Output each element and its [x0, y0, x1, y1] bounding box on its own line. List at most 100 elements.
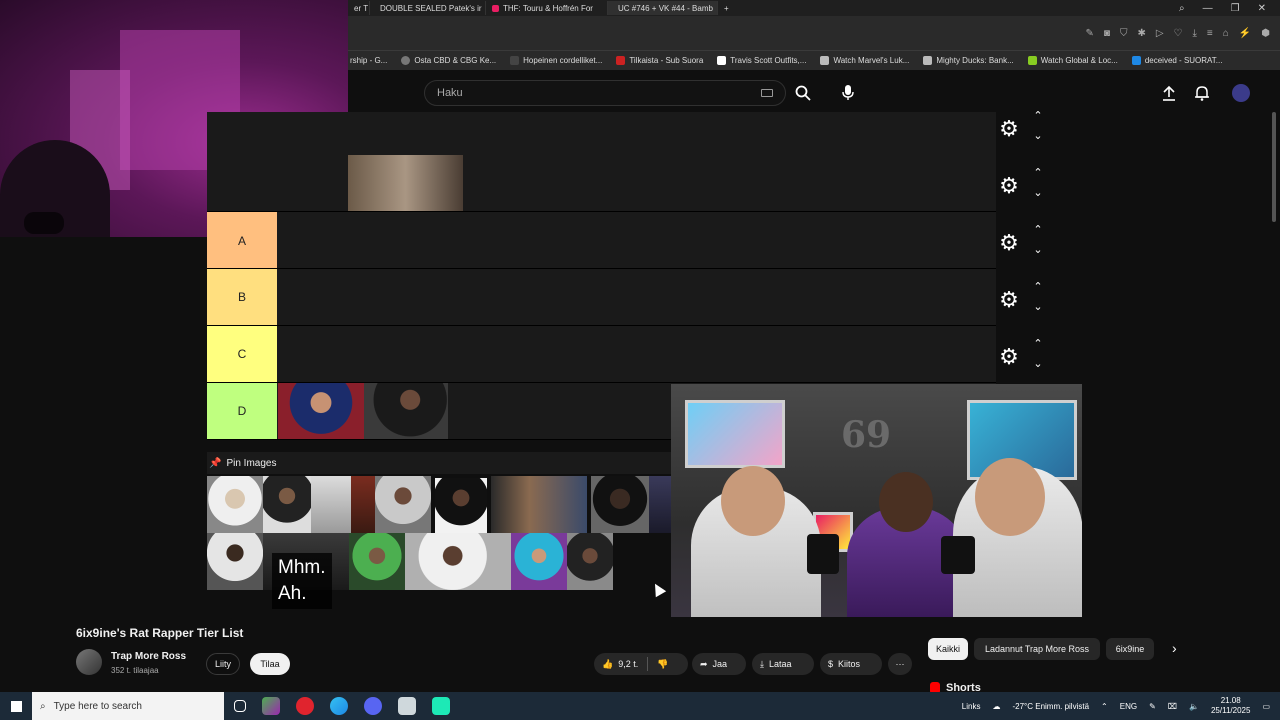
- account-avatar[interactable]: [1232, 84, 1250, 102]
- upload-button[interactable]: [1158, 82, 1180, 104]
- app-icon[interactable]: [398, 697, 416, 715]
- tier-label-b[interactable]: B: [207, 269, 277, 325]
- pool-image[interactable]: [511, 533, 567, 590]
- gear-icon[interactable]: ⚙: [996, 173, 1022, 199]
- keyboard-icon[interactable]: [761, 89, 773, 97]
- close-icon[interactable]: ✕: [1258, 3, 1266, 14]
- clock[interactable]: 21.08 25/11/2025: [1211, 696, 1250, 716]
- gear-icon[interactable]: ⚙: [996, 287, 1022, 313]
- chevron-up-icon[interactable]: ⌃: [1030, 110, 1046, 122]
- start-button[interactable]: [0, 692, 32, 720]
- camera-icon[interactable]: ◙: [1104, 28, 1110, 39]
- thanks-button[interactable]: $ Kiitos: [820, 653, 882, 675]
- search-input[interactable]: Haku: [424, 80, 786, 106]
- pool-image[interactable]: [567, 533, 613, 590]
- share-button[interactable]: ➦ Jaa: [692, 653, 746, 675]
- heart-icon[interactable]: ♡: [1174, 28, 1183, 39]
- links-toolbar[interactable]: Links: [962, 702, 981, 711]
- edit-icon[interactable]: ✎: [1086, 28, 1094, 39]
- pool-image[interactable]: [207, 533, 263, 590]
- channel-avatar[interactable]: [76, 649, 102, 675]
- gear-icon[interactable]: ⚙: [996, 230, 1022, 256]
- bookmark-item[interactable]: deceived - SUORAT...: [1131, 56, 1222, 65]
- shield-icon[interactable]: ⛉: [1120, 28, 1128, 39]
- bookmark-item[interactable]: Tilkaista - Sub Suora: [616, 56, 703, 65]
- pin-images-header[interactable]: 📌 Pin Images: [207, 452, 671, 474]
- pool-image[interactable]: [591, 476, 649, 533]
- chevron-up-icon[interactable]: ⌃: [1030, 167, 1046, 179]
- volume-icon[interactable]: 🔈: [1189, 702, 1199, 711]
- language-indicator[interactable]: ENG: [1120, 702, 1137, 711]
- thumbs-down-icon[interactable]: 👎: [657, 659, 668, 670]
- tier-label-d[interactable]: D: [207, 383, 277, 439]
- weather-text[interactable]: -27°C Enimm. pilvistä: [1012, 702, 1089, 711]
- search-button[interactable]: [790, 80, 816, 106]
- download-button[interactable]: ⤓ Lataa: [752, 653, 814, 675]
- bookmark-item[interactable]: Mighty Ducks: Bank...: [923, 56, 1014, 65]
- chevron-up-icon[interactable]: ⌃: [1030, 281, 1046, 293]
- like-count[interactable]: 9,2 t.: [618, 659, 638, 669]
- restore-icon[interactable]: ❐: [1231, 3, 1240, 14]
- pool-image[interactable]: [311, 476, 351, 533]
- pool-image[interactable]: [351, 476, 375, 533]
- more-actions-button[interactable]: ···: [888, 653, 912, 675]
- tier-label-a[interactable]: A: [207, 212, 277, 268]
- edge-icon[interactable]: [330, 697, 348, 715]
- pool-image[interactable]: [375, 476, 431, 533]
- tier-item-image[interactable]: [364, 383, 448, 439]
- pool-image[interactable]: [435, 478, 487, 535]
- discord-icon[interactable]: [364, 697, 382, 715]
- network-icon[interactable]: ⌧: [1168, 702, 1177, 711]
- chevron-down-icon[interactable]: ⌄: [1030, 244, 1046, 256]
- browser-tab[interactable]: THF: Touru & Hoffrén For: [486, 1, 608, 15]
- play-icon[interactable]: ▷: [1156, 28, 1164, 39]
- chevron-up-icon[interactable]: ⌃: [1101, 702, 1108, 711]
- task-view-icon[interactable]: [234, 700, 246, 712]
- thumbs-up-icon[interactable]: 👍: [602, 659, 613, 670]
- search-tabs-icon[interactable]: ⌕: [1179, 3, 1185, 14]
- download-icon[interactable]: ⤓: [1193, 28, 1197, 39]
- pen-icon[interactable]: ✎: [1149, 702, 1156, 711]
- chevron-right-icon[interactable]: ›: [1172, 640, 1177, 656]
- pool-image[interactable]: [263, 476, 311, 533]
- chevron-down-icon[interactable]: ⌄: [1030, 358, 1046, 370]
- chevron-down-icon[interactable]: ⌄: [1030, 187, 1046, 199]
- pool-image[interactable]: [207, 476, 263, 533]
- chip-channel[interactable]: Ladannut Trap More Ross: [974, 638, 1100, 660]
- menu-icon[interactable]: ≡: [1207, 28, 1213, 39]
- pool-image[interactable]: [405, 533, 511, 590]
- app-icon[interactable]: [262, 697, 280, 715]
- gear-icon[interactable]: ⚙: [996, 116, 1022, 142]
- notifications-button[interactable]: [1191, 82, 1213, 104]
- tier-label-c[interactable]: C: [207, 326, 277, 382]
- chevron-up-icon[interactable]: ⌃: [1030, 338, 1046, 350]
- notification-center-icon[interactable]: ▭: [1262, 702, 1270, 711]
- lock-icon[interactable]: ⌂: [1223, 28, 1229, 39]
- bookmark-item[interactable]: Osta CBD & CBG Ke...: [401, 56, 496, 65]
- bookmark-item[interactable]: rship - G...: [350, 56, 387, 65]
- settings-icon[interactable]: ⬢: [1261, 28, 1270, 39]
- pool-image[interactable]: [491, 476, 587, 533]
- bookmark-item[interactable]: Hopeinen cordelliket...: [510, 56, 602, 65]
- chevron-down-icon[interactable]: ⌄: [1030, 130, 1046, 142]
- new-tab-button[interactable]: +: [718, 1, 735, 15]
- tier-item-image[interactable]: [348, 155, 463, 211]
- chip-all[interactable]: Kaikki: [928, 638, 968, 660]
- chip-topic[interactable]: 6ix9ine: [1106, 638, 1154, 660]
- browser-tab[interactable]: DOUBLE SEALED Patek's ir: [370, 1, 486, 15]
- pool-image[interactable]: [349, 533, 405, 590]
- chevron-down-icon[interactable]: ⌄: [1030, 301, 1046, 313]
- tier-item-image[interactable]: [278, 383, 364, 439]
- extension-icon[interactable]: ✱: [1137, 28, 1145, 39]
- app-icon[interactable]: [432, 697, 450, 715]
- subscribe-button[interactable]: Tilaa: [250, 653, 290, 675]
- channel-name[interactable]: Trap More Ross: [111, 651, 186, 662]
- chevron-up-icon[interactable]: ⌃: [1030, 224, 1046, 236]
- video-player[interactable]: 69: [671, 384, 1082, 617]
- vpn-icon[interactable]: ⚡: [1239, 28, 1251, 39]
- voice-search-button[interactable]: [835, 80, 861, 106]
- scrollbar[interactable]: [1272, 112, 1276, 222]
- minimize-icon[interactable]: —: [1203, 3, 1213, 14]
- bookmark-item[interactable]: Watch Global & Loc...: [1027, 56, 1118, 65]
- browser-tab[interactable]: er T: [348, 1, 370, 15]
